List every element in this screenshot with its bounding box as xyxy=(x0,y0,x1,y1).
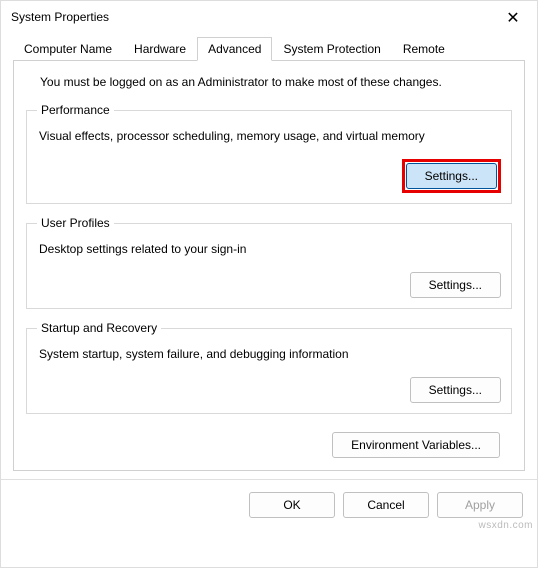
close-button[interactable]: ✕ xyxy=(493,3,533,33)
titlebar: System Properties ✕ xyxy=(1,1,537,33)
tab-content-advanced: You must be logged on as an Administrato… xyxy=(13,61,525,471)
highlight-performance-settings: Settings... xyxy=(402,159,501,193)
watermark: wsxdn.com xyxy=(478,520,533,531)
group-user-profiles: User Profiles Desktop settings related t… xyxy=(26,216,512,309)
desc-startup-recovery: System startup, system failure, and debu… xyxy=(39,347,501,361)
window-title: System Properties xyxy=(11,10,527,24)
startup-recovery-settings-button[interactable]: Settings... xyxy=(410,377,501,403)
admin-note: You must be logged on as an Administrato… xyxy=(40,75,512,89)
system-properties-window: System Properties ✕ Computer Name Hardwa… xyxy=(0,0,538,568)
tab-hardware[interactable]: Hardware xyxy=(123,37,197,61)
user-profiles-settings-button[interactable]: Settings... xyxy=(410,272,501,298)
ok-button[interactable]: OK xyxy=(249,492,335,518)
tab-strip: Computer Name Hardware Advanced System P… xyxy=(1,37,537,61)
desc-performance: Visual effects, processor scheduling, me… xyxy=(39,129,501,143)
group-performance: Performance Visual effects, processor sc… xyxy=(26,103,512,204)
cancel-button[interactable]: Cancel xyxy=(343,492,429,518)
performance-settings-button[interactable]: Settings... xyxy=(406,163,497,189)
tab-system-protection[interactable]: System Protection xyxy=(272,37,391,61)
tab-computer-name[interactable]: Computer Name xyxy=(13,37,123,61)
group-startup-recovery: Startup and Recovery System startup, sys… xyxy=(26,321,512,414)
dialog-footer: OK Cancel Apply xyxy=(1,479,537,530)
environment-variables-button[interactable]: Environment Variables... xyxy=(332,432,500,458)
desc-user-profiles: Desktop settings related to your sign-in xyxy=(39,242,501,256)
legend-user-profiles: User Profiles xyxy=(37,216,114,230)
legend-performance: Performance xyxy=(37,103,114,117)
legend-startup-recovery: Startup and Recovery xyxy=(37,321,161,335)
apply-button[interactable]: Apply xyxy=(437,492,523,518)
tab-advanced[interactable]: Advanced xyxy=(197,37,272,61)
close-icon: ✕ xyxy=(506,8,519,28)
tab-remote[interactable]: Remote xyxy=(392,37,456,61)
